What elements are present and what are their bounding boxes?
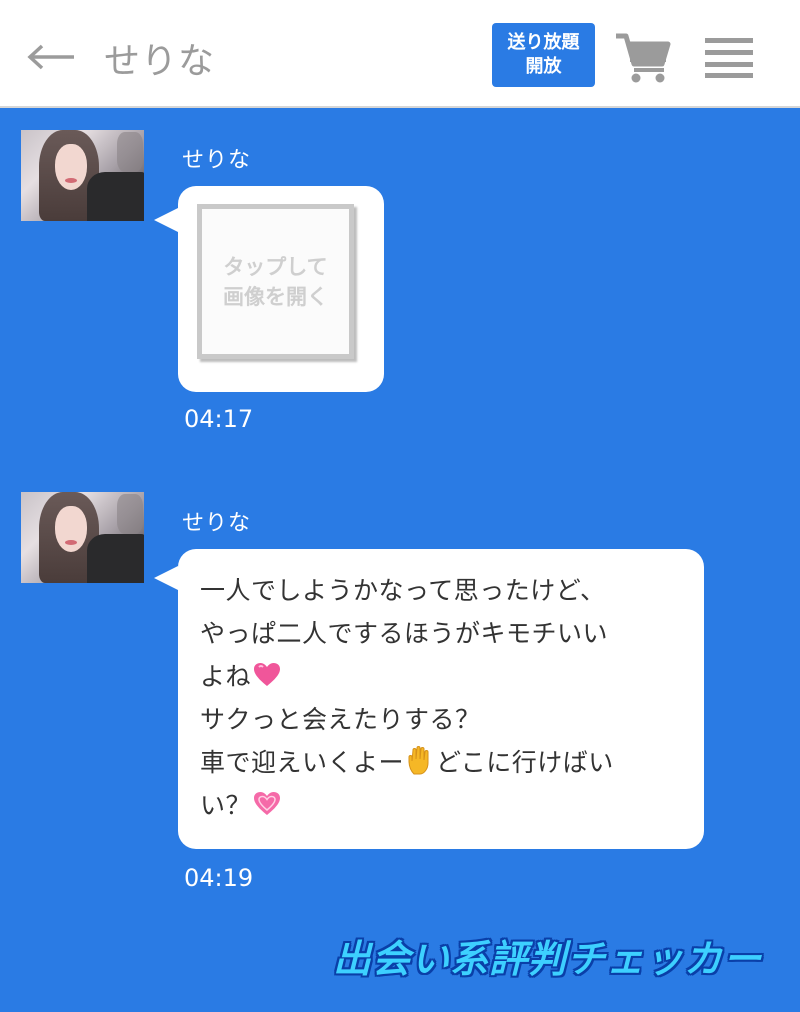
growing-heart-icon: [254, 792, 281, 815]
bubble-tail: [154, 566, 178, 590]
image-message-bubble[interactable]: タップして 画像を開く: [178, 186, 384, 392]
cart-icon[interactable]: [614, 30, 672, 84]
bubble-tail: [154, 208, 178, 232]
message-line: サクっと会えたりする？: [200, 705, 481, 734]
image-placeholder[interactable]: タップして 画像を開く: [197, 204, 354, 359]
sparkling-heart-icon: [254, 663, 281, 686]
back-arrow-icon[interactable]: [26, 42, 76, 72]
unlimited-send-label-2: 開放: [525, 56, 562, 77]
message-line: 一人でしようかなって思ったけど、: [200, 576, 606, 605]
message-line: 車で迎えいくよー: [200, 748, 405, 777]
message-line: よね: [200, 662, 252, 691]
sender-name: せりな: [182, 148, 252, 173]
message-timestamp: 04:19: [184, 864, 254, 892]
unlimited-send-label-1: 送り放題: [507, 32, 580, 53]
sender-name: せりな: [182, 511, 252, 536]
image-placeholder-text-1: タップして: [223, 254, 328, 279]
message-line-wrap: い？: [200, 784, 690, 827]
sender-avatar[interactable]: [21, 130, 144, 221]
text-message-bubble[interactable]: 一人でしようかなって思ったけど、 やっぱ二人でするほうがキモチいい よね サクっ…: [178, 549, 704, 849]
image-placeholder-text-2: 画像を開く: [223, 284, 328, 309]
hamburger-menu-icon[interactable]: [705, 38, 753, 78]
message-line: い？: [200, 791, 252, 820]
message-line-wrap: よね: [200, 655, 690, 698]
raised-hand-icon: [408, 746, 429, 775]
app-header: せりな 送り放題 開放: [0, 0, 800, 108]
unlimited-send-button[interactable]: 送り放題 開放: [492, 23, 595, 87]
message-timestamp: 04:17: [184, 405, 254, 433]
chat-partner-name: せりな: [104, 41, 216, 82]
site-watermark: 出会い系評判チェッカー: [333, 937, 763, 981]
message-text: 一人でしようかなって思ったけど、 やっぱ二人でするほうがキモチいい よね サクっ…: [200, 569, 690, 827]
message-line: やっぱ二人でするほうがキモチいい: [200, 619, 609, 648]
sender-avatar[interactable]: [21, 492, 144, 583]
message-line: どこに行けばい: [436, 748, 614, 777]
message-line-wrap: 車で迎えいくよー どこに行けばい: [200, 741, 690, 784]
